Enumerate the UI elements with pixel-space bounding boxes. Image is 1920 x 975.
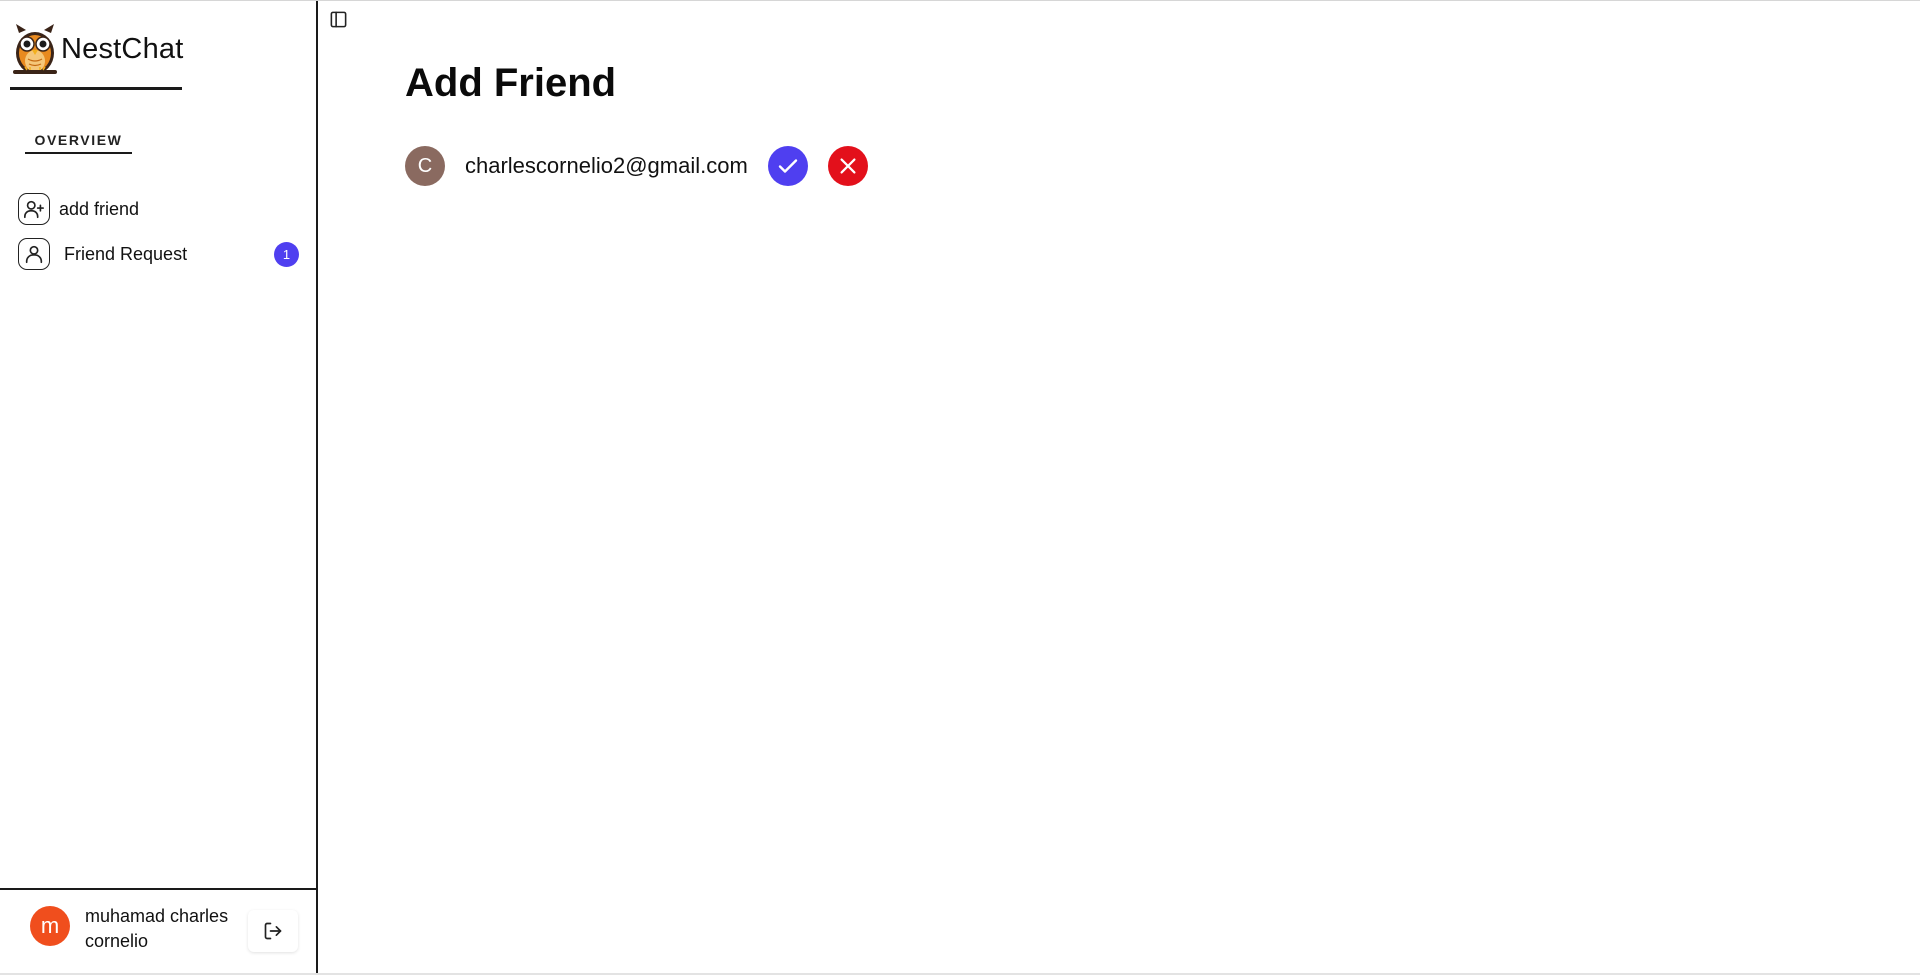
brand[interactable]: NestChat <box>10 23 184 75</box>
brand-name: NestChat <box>61 32 184 65</box>
sidebar-item-label: add friend <box>59 198 140 219</box>
logout-button[interactable] <box>248 910 298 952</box>
sidebar-toggle-icon <box>330 11 347 28</box>
request-email: charlescornelio2@gmail.com <box>465 153 748 178</box>
brand-underline <box>10 87 182 90</box>
sidebar-toggle-button[interactable] <box>329 10 348 29</box>
friend-request-count-badge: 1 <box>274 242 299 267</box>
sidebar-item-add-friend[interactable]: add friend <box>18 193 139 225</box>
sidebar: NestChat OVERVIEW add friend Friend Requ… <box>0 1 318 973</box>
check-icon <box>778 159 797 173</box>
friend-request-row: C charlescornelio2@gmail.com <box>405 146 868 186</box>
close-icon <box>840 158 856 174</box>
logout-icon <box>264 922 282 940</box>
avatar[interactable]: m <box>30 906 70 946</box>
accept-request-button[interactable] <box>767 146 808 186</box>
sidebar-item-label: Friend Request <box>64 243 188 264</box>
user-plus-icon <box>18 193 50 225</box>
sidebar-item-friend-request[interactable]: Friend Request <box>18 238 187 270</box>
page-title: Add Friend <box>405 61 617 105</box>
user-footer: m muhamad charles cornelio <box>0 888 318 974</box>
owl-logo-icon <box>13 24 57 74</box>
section-label-overview: OVERVIEW <box>25 132 132 154</box>
deny-request-button[interactable] <box>827 146 868 186</box>
user-icon <box>18 238 50 270</box>
avatar: C <box>405 146 445 186</box>
user-name: muhamad charles cornelio <box>85 906 229 951</box>
